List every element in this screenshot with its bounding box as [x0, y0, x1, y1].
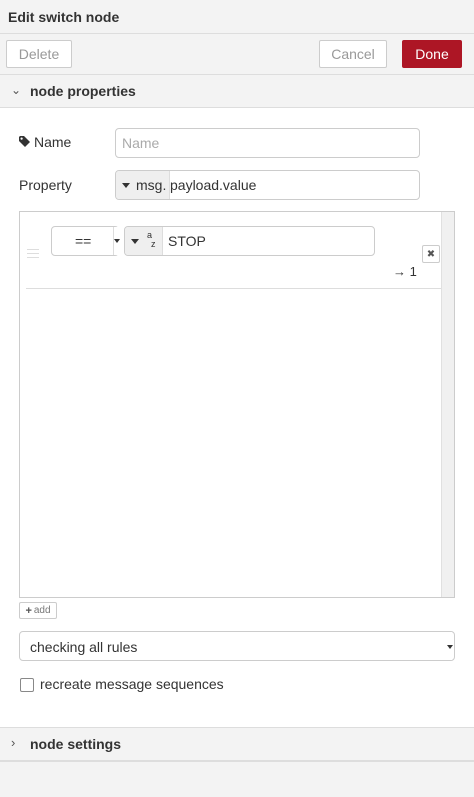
section-label: node settings — [30, 736, 122, 752]
recreate-sequences-checkbox[interactable] — [20, 678, 34, 692]
plus-icon: + — [25, 604, 32, 617]
section-node-properties[interactable]: ⌄ node properties — [0, 74, 474, 108]
rule-operator-select[interactable]: == — [51, 226, 120, 256]
done-button[interactable]: Done — [402, 40, 462, 68]
rule-output-label: → 1 — [393, 264, 417, 279]
property-type-prefix: msg. — [136, 177, 167, 193]
tray-header: Edit switch node — [0, 0, 474, 34]
property-type-button[interactable]: msg. — [116, 171, 170, 199]
section-label: node properties — [30, 83, 136, 99]
checking-select[interactable]: checking all rules — [19, 631, 455, 661]
rule-divider — [26, 288, 441, 289]
remove-rule-button[interactable]: ✖ — [422, 245, 440, 263]
chevron-down-icon: ⌄ — [11, 83, 22, 97]
recreate-sequences-label: recreate message sequences — [40, 676, 224, 692]
add-rule-label: add — [33, 605, 51, 616]
property-typed-input[interactable]: msg. payload.value — [115, 170, 420, 200]
close-icon: ✖ — [426, 248, 436, 260]
string-type-icon: az — [147, 230, 156, 249]
rule-value: STOP — [168, 233, 206, 249]
name-input[interactable] — [115, 128, 420, 158]
property-value: payload.value — [170, 177, 257, 193]
tag-icon — [19, 136, 30, 147]
rule-value-input[interactable]: az STOP — [124, 226, 375, 256]
name-label-text: Name — [34, 134, 72, 150]
drag-handle-icon[interactable] — [27, 249, 39, 261]
rules-scrollbar[interactable] — [441, 212, 454, 597]
caret-down-icon — [131, 238, 139, 244]
caret-down-icon — [122, 182, 130, 188]
tray-title: Edit switch node — [8, 9, 120, 25]
cancel-button[interactable]: Cancel — [319, 40, 387, 68]
property-label: Property — [19, 177, 72, 193]
rule-operator: == — [75, 233, 92, 249]
chevron-right-icon: › — [11, 735, 16, 750]
name-label: Name — [19, 134, 71, 150]
tray-footer — [0, 761, 474, 797]
delete-button[interactable]: Delete — [6, 40, 72, 68]
caret-down-icon — [447, 632, 453, 660]
rule-value-type-button[interactable]: az — [125, 227, 163, 255]
caret-down-icon — [113, 227, 120, 255]
section-node-settings[interactable]: › node settings — [0, 727, 474, 761]
rules-list: == az STOP ✖ → 1 — [19, 211, 455, 598]
checking-selected: checking all rules — [30, 639, 138, 655]
add-rule-button[interactable]: + add — [19, 602, 57, 619]
